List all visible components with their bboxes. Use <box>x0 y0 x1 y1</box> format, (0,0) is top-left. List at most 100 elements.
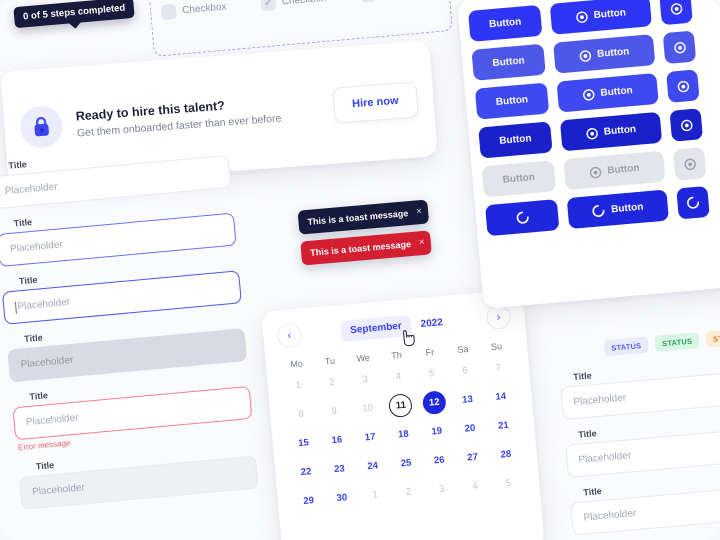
status-badge: STATUS <box>705 327 720 348</box>
chevron-right-icon[interactable]: › <box>485 304 512 331</box>
form-field-focus: Title Placeholder <box>0 199 237 270</box>
checkbox-check-icon: ✓ <box>260 0 277 12</box>
checkbox-box-icon <box>160 3 177 21</box>
calendar-day[interactable]: 22 <box>288 458 323 485</box>
calendar-day-selected[interactable]: 12 <box>417 389 452 416</box>
target-circle-icon <box>586 127 599 140</box>
calendar-day-number: 22 <box>300 465 312 478</box>
calendar-day-number: 18 <box>397 428 410 440</box>
calendar-day[interactable]: 18 <box>386 421 421 448</box>
lock-shield-icon <box>18 104 64 150</box>
calendar-day-number: 13 <box>461 393 474 406</box>
button-label: Button <box>593 7 627 22</box>
button-default-text[interactable]: Button <box>467 4 543 42</box>
button-disabled-text: Button <box>481 160 557 198</box>
button-pressed-icon[interactable] <box>669 108 704 142</box>
button-label: Button <box>610 201 644 216</box>
calendar-day-number: 20 <box>464 422 476 435</box>
calendar-day-number: 3 <box>438 483 445 495</box>
calendar-day-number: 3 <box>361 373 369 385</box>
calendar-day: 1 <box>357 481 392 508</box>
calendar-day[interactable]: 16 <box>319 426 354 453</box>
hire-now-button[interactable]: Hire now <box>331 81 419 124</box>
calendar-day-number: 4 <box>395 370 402 382</box>
calendar-day-number: 12 <box>421 389 447 415</box>
button-variants-grid: Button Button Button Button Button Button Butt… <box>456 0 720 309</box>
button-loading-icon[interactable] <box>676 185 710 220</box>
calendar-day[interactable]: 23 <box>322 455 357 482</box>
calendar-day[interactable]: 26 <box>422 447 457 474</box>
button-active-text[interactable]: Button <box>474 82 550 120</box>
calendar-day-number: 1 <box>372 488 379 501</box>
button-loading-icon-text[interactable]: Button <box>566 189 670 230</box>
toast-error: This is a toast message × <box>300 230 432 266</box>
steps-tooltip: 0 of 5 steps completed <box>13 0 136 29</box>
status-badge: STATUS <box>654 332 700 352</box>
button-hover-icon-text[interactable]: Button <box>553 34 656 74</box>
button-loading-text[interactable] <box>484 199 560 237</box>
button-default-icon[interactable] <box>659 0 693 26</box>
button-pressed-icon-text[interactable]: Button <box>559 111 663 152</box>
button-hover-text[interactable]: Button <box>471 43 546 81</box>
target-circle-icon <box>676 80 689 93</box>
calendar-day[interactable]: 28 <box>488 441 523 468</box>
calendar-day: 3 <box>424 475 459 502</box>
checkbox-indeterminate-disabled[interactable]: Checkbox <box>359 0 439 3</box>
calendar-day[interactable]: 24 <box>355 452 390 479</box>
toast-stack: This is a toast message × This is a toas… <box>297 199 433 272</box>
close-icon[interactable]: × <box>418 237 425 248</box>
button-label: Button <box>603 123 637 138</box>
calendar-day[interactable]: 21 <box>486 412 521 439</box>
button-pressed-text[interactable]: Button <box>478 121 553 159</box>
calendar-day-number: 17 <box>364 430 376 443</box>
calendar-day: 6 <box>447 357 482 384</box>
button-label: Button <box>488 16 522 31</box>
loading-spinner-icon <box>592 204 606 218</box>
checkbox-label: Checkbox <box>181 1 228 17</box>
target-circle-icon <box>683 157 696 170</box>
button-disabled-icon <box>672 147 707 181</box>
calendar-day[interactable]: 13 <box>450 386 485 413</box>
target-circle-icon <box>670 2 683 15</box>
calendar-day-today[interactable]: 11 <box>383 392 418 419</box>
calendar-day[interactable]: 25 <box>388 449 423 476</box>
chevron-left-icon[interactable]: ‹ <box>276 322 303 349</box>
button-active-icon-text[interactable]: Button <box>556 72 659 113</box>
calendar-day[interactable]: 14 <box>483 383 518 410</box>
calendar-year-select[interactable]: 2022 <box>416 311 448 335</box>
calendar-day: 4 <box>457 473 492 500</box>
toast-message: This is a toast message <box>309 239 412 258</box>
calendar-day-number: 2 <box>328 376 335 388</box>
target-circle-icon <box>589 166 602 179</box>
calendar-day-number: 25 <box>400 456 412 469</box>
calendar-day-number: 4 <box>471 480 479 492</box>
calendar-day: 4 <box>381 363 416 390</box>
calendar-day[interactable]: 30 <box>324 484 359 511</box>
calendar-month-select[interactable]: September <box>340 314 412 342</box>
button-hover-icon[interactable] <box>662 30 697 65</box>
calendar-day-number: 21 <box>497 419 510 432</box>
target-circle-icon <box>575 10 588 23</box>
calendar-day-number: 5 <box>505 477 512 489</box>
checkbox-checked-disabled[interactable]: ✓ Checkbox <box>260 0 339 12</box>
button-active-icon[interactable] <box>666 69 700 103</box>
calendar-day-number: 24 <box>366 459 379 472</box>
calendar-day[interactable]: 20 <box>452 415 487 442</box>
button-default-icon-text[interactable]: Button <box>549 0 653 35</box>
calendar-day-number: 15 <box>297 436 310 449</box>
checkbox-label: Checkbox <box>281 0 327 8</box>
calendar-day-number: 8 <box>297 408 305 420</box>
status-badge: STATUS <box>603 336 649 357</box>
calendar-day-number: 2 <box>405 486 412 498</box>
calendar-day[interactable]: 15 <box>286 429 321 456</box>
form-field-error: Title Placeholder Error message <box>0 372 254 455</box>
design-system-canvas: Ready to hire this talent? Get them onbo… <box>0 0 720 540</box>
calendar-header: ‹ September 2022 › <box>276 304 512 349</box>
calendar-day[interactable]: 19 <box>419 418 454 445</box>
form-field: Title Placeholder <box>559 351 720 421</box>
calendar-day[interactable]: 27 <box>455 444 490 471</box>
calendar-day[interactable]: 29 <box>291 487 326 514</box>
checkbox-empty-disabled[interactable]: Checkbox <box>160 0 240 21</box>
calendar-day[interactable]: 17 <box>352 423 387 450</box>
close-icon[interactable]: × <box>416 206 423 217</box>
